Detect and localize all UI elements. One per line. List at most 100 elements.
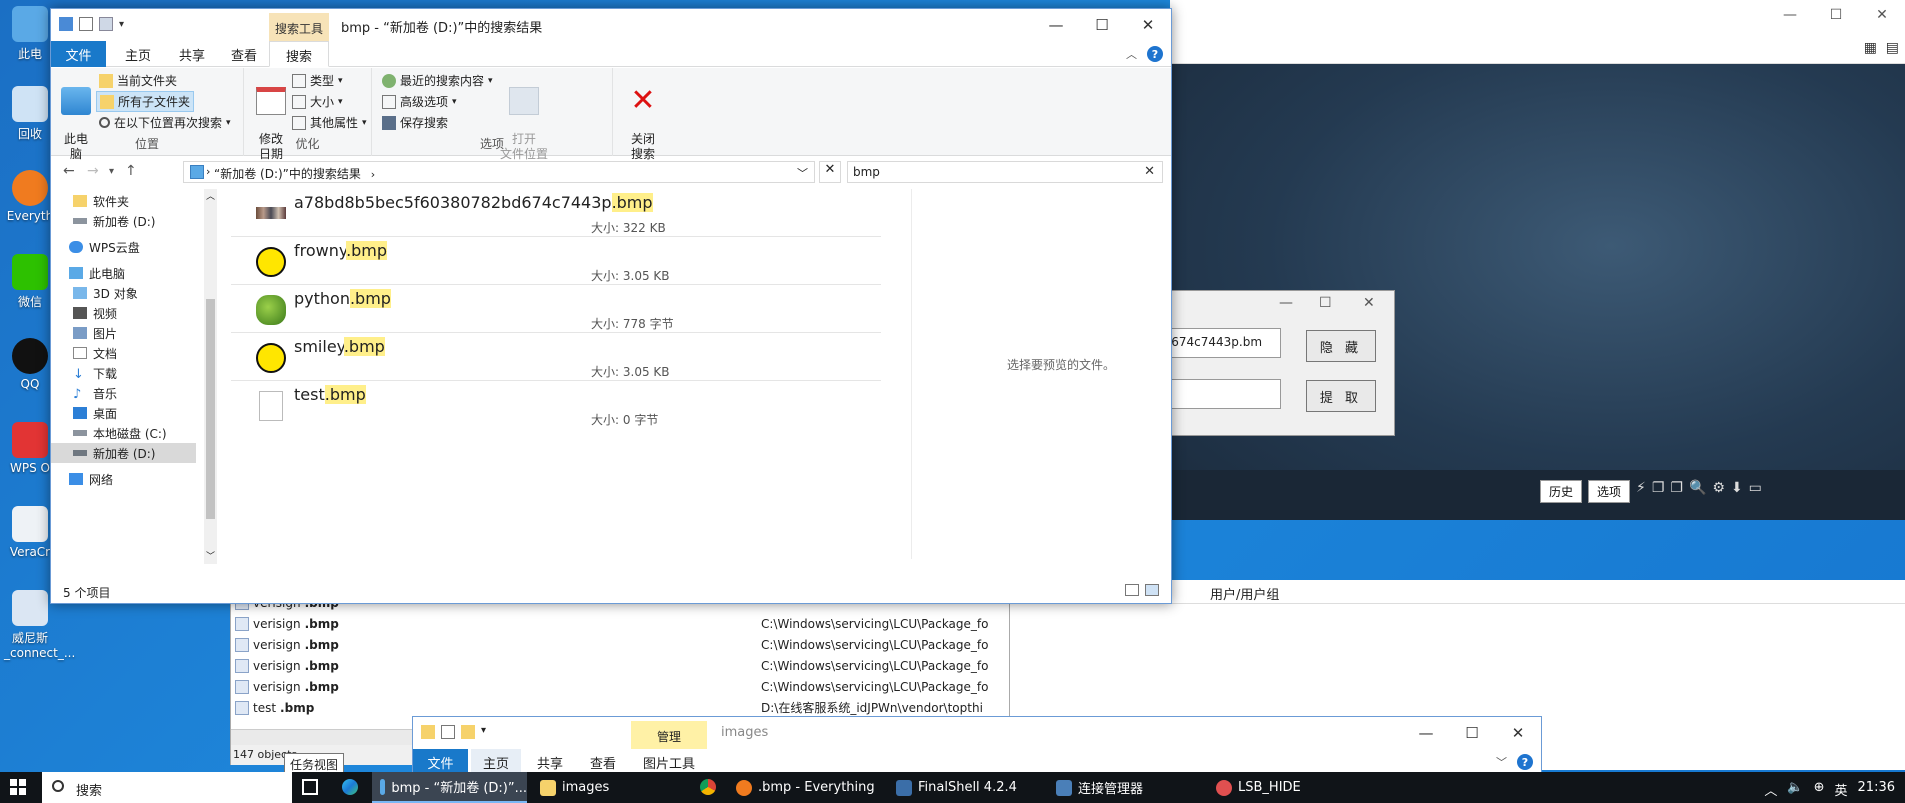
other-properties-button[interactable]: 其他属性 ▾	[292, 114, 367, 131]
nav-item-wps-cloud[interactable]: WPS云盘	[51, 237, 196, 257]
clear-search-icon[interactable]: ✕	[1144, 164, 1155, 179]
nav-item-network[interactable]: 网络	[51, 469, 196, 489]
advanced-options-button[interactable]: 高级选项 ▾	[382, 93, 457, 110]
forward-icon[interactable]: →	[87, 163, 99, 179]
tab-share[interactable]: 共享	[167, 41, 217, 67]
chevron-down-icon[interactable]: ﹀	[797, 165, 808, 181]
grid-view-icon[interactable]: ▦	[1864, 40, 1877, 56]
recent-searches-button[interactable]: 最近的搜索内容 ▾	[382, 72, 493, 89]
chevron-down-icon[interactable]: ﹀	[206, 549, 215, 562]
options-button[interactable]: 选项	[1588, 480, 1631, 503]
search-again-button[interactable]: 在以下位置再次搜索 ▾	[99, 114, 231, 131]
properties-icon[interactable]	[79, 17, 93, 31]
list-view-icon[interactable]: ▤	[1886, 40, 1899, 56]
close-icon[interactable]: ✕	[1363, 295, 1375, 311]
list-item[interactable]: test .bmp D:\在线客服系统_idJPWn\vendor\topthi	[231, 697, 1009, 718]
desktop-icon-wps[interactable]: WPS O	[4, 422, 56, 475]
clock[interactable]: 21:36	[1858, 780, 1895, 799]
chevron-down-icon[interactable]: ▾	[481, 725, 495, 739]
scrollbar-thumb[interactable]	[206, 299, 215, 519]
taskbar-item-connection-manager[interactable]: 连接管理器	[1048, 772, 1203, 803]
nav-scrollbar[interactable]: ︿ ﹀	[204, 189, 217, 564]
size-button[interactable]: 大小 ▾	[292, 93, 343, 110]
taskbar-item-finalshell[interactable]: FinalShell 4.2.4	[888, 772, 1043, 803]
list-item[interactable]: verisign .bmp C:\Windows\servicing\LCU\Pa…	[231, 655, 1009, 676]
breadcrumb[interactable]: “新加卷 (D:)”中的搜索结果	[214, 167, 361, 181]
file-row[interactable]: a78bd8b5bec5f60380782bd674c7443p.bmp 大小:…	[231, 189, 881, 237]
chrome-icon[interactable]	[700, 779, 716, 795]
help-icon[interactable]: ?	[1517, 754, 1533, 770]
nav-item-music[interactable]: ♪ 音乐	[51, 383, 196, 403]
chevron-down-icon[interactable]: ▾	[109, 166, 114, 177]
nav-item-pictures[interactable]: 图片	[51, 323, 196, 343]
nav-item-this-pc[interactable]: 此电脑	[51, 263, 196, 283]
tab-view[interactable]: 查看	[219, 41, 269, 67]
maximize-icon[interactable]: ☐	[1813, 0, 1859, 30]
type-button[interactable]: 类型 ▾	[292, 72, 343, 89]
new-folder-icon[interactable]	[99, 17, 113, 31]
taskbar-item-lsb-hide[interactable]: LSB_HIDE	[1208, 772, 1363, 803]
file-row[interactable]: frowny.bmp 大小: 3.05 KB	[231, 237, 881, 285]
list-item[interactable]: verisign .bmp C:\Windows\servicing\LCU\Pa…	[231, 634, 1009, 655]
taskbar-item-explorer-search[interactable]: bmp - “新加卷 (D:)”...	[372, 772, 527, 803]
folder-icon[interactable]	[421, 725, 435, 739]
properties-icon[interactable]	[441, 725, 455, 739]
taskbar-item-images[interactable]: images	[532, 772, 687, 803]
taskbar-item-everything[interactable]: .bmp - Everything	[728, 772, 883, 803]
input-language[interactable]: 英	[1835, 780, 1848, 799]
network-icon[interactable]: ⊕	[1814, 780, 1825, 799]
maximize-icon[interactable]: ☐	[1449, 717, 1495, 749]
clear-address-icon[interactable]: ✕	[819, 161, 841, 183]
list-item[interactable]: verisign .bmp C:\Windows\servicing\LCU\Pa…	[231, 676, 1009, 697]
nav-item-software-folder[interactable]: 软件夹	[51, 191, 196, 211]
maximize-icon[interactable]: ☐	[1079, 9, 1125, 41]
close-icon[interactable]: ✕	[1495, 717, 1541, 749]
collapse-ribbon-icon[interactable]: ︿	[1126, 46, 1137, 62]
chevron-up-icon[interactable]: ︿	[1764, 780, 1777, 799]
address-bar[interactable]: › “新加卷 (D:)”中的搜索结果 › ﹀	[183, 161, 815, 183]
maximize-icon[interactable]: ☐	[1319, 295, 1332, 311]
close-search-button[interactable]: ✕ 关闭 搜索	[619, 72, 667, 162]
save-search-button[interactable]: 保存搜索	[382, 114, 448, 131]
nav-item-drive-d-selected[interactable]: 新加卷 (D:)	[51, 443, 196, 463]
terminal-tool-icons[interactable]: ⚡❐❐🔍⚙⬇▭	[1636, 480, 1768, 503]
extract-button[interactable]: 提 取	[1306, 380, 1376, 412]
hide-button[interactable]: 隐 藏	[1306, 330, 1376, 362]
minimize-icon[interactable]: —	[1767, 0, 1813, 30]
chevron-down-icon[interactable]: ▾	[119, 19, 124, 30]
nav-item-desktop[interactable]: 桌面	[51, 403, 196, 423]
task-view-icon[interactable]	[302, 779, 318, 795]
folder-icon[interactable]	[59, 17, 73, 31]
close-icon[interactable]: ✕	[1125, 9, 1171, 41]
taskbar-search[interactable]: 搜索	[42, 772, 292, 803]
desktop-icon-qq[interactable]: QQ	[4, 338, 56, 391]
minimize-icon[interactable]: —	[1033, 9, 1079, 41]
file-row[interactable]: python.bmp 大小: 778 字节	[231, 285, 881, 333]
collapse-ribbon-icon[interactable]: ﹀	[1496, 754, 1507, 770]
nav-item-documents[interactable]: 文档	[51, 343, 196, 363]
up-icon[interactable]: ↑	[125, 163, 137, 179]
minimize-icon[interactable]: —	[1403, 717, 1449, 749]
desktop-icon-connect[interactable]: 威尼斯 _connect_...	[4, 590, 75, 660]
all-subfolders-button[interactable]: 所有子文件夹	[96, 91, 195, 112]
tab-home[interactable]: 主页	[113, 41, 163, 67]
user-group-column[interactable]: 用户/用户组	[1210, 584, 1279, 603]
file-row[interactable]: smiley.bmp 大小: 3.05 KB	[231, 333, 881, 381]
close-icon[interactable]: ✕	[1859, 0, 1905, 30]
nav-item-3d-objects[interactable]: 3D 对象	[51, 283, 196, 303]
help-icon[interactable]: ?	[1147, 46, 1163, 62]
nav-item-downloads[interactable]: ↓ 下载	[51, 363, 196, 383]
desktop-icon-everything[interactable]: Everyth	[4, 170, 56, 223]
volume-icon[interactable]: 🔈	[1787, 780, 1803, 799]
search-input[interactable]: bmp ✕	[847, 161, 1163, 183]
tab-search[interactable]: 搜索	[269, 41, 329, 67]
desktop-icon-this-pc[interactable]: 此电	[4, 6, 56, 62]
desktop-icon-recycle[interactable]: 回收	[4, 86, 56, 142]
nav-item-videos[interactable]: 视频	[51, 303, 196, 323]
desktop-icon-wechat[interactable]: 微信	[4, 254, 56, 310]
chevron-up-icon[interactable]: ︿	[206, 189, 215, 202]
tab-file[interactable]: 文件	[51, 41, 106, 67]
large-icons-view-icon[interactable]	[1145, 584, 1159, 596]
file-row[interactable]: test.bmp 大小: 0 字节	[231, 381, 881, 429]
desktop-icon-veracrypt[interactable]: VeraCr	[4, 506, 56, 559]
